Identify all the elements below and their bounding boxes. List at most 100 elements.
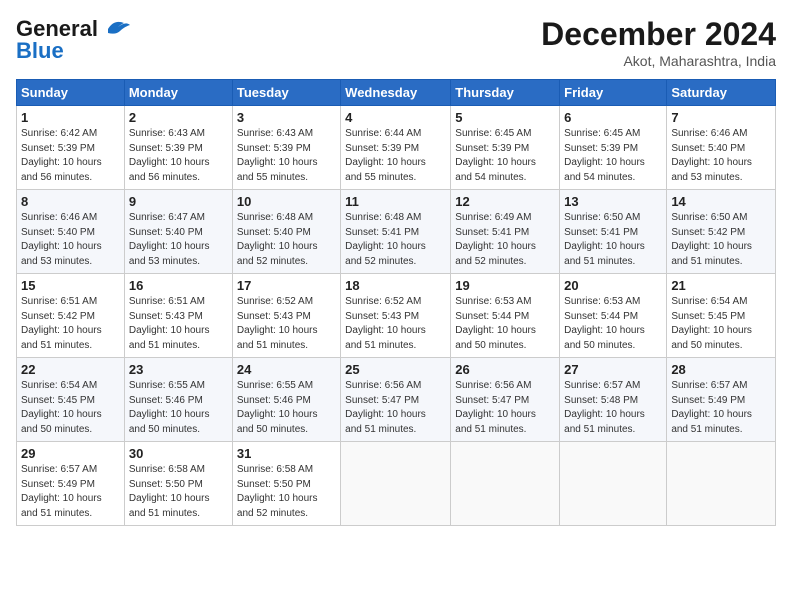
day-info: Sunrise: 6:58 AM Sunset: 5:50 PM Dayligh… xyxy=(129,463,228,521)
calendar-cell: 22 Sunrise: 6:54 AM Sunset: 5:45 PM Dayl… xyxy=(17,358,125,442)
day-info: Sunrise: 6:54 AM Sunset: 5:45 PM Dayligh… xyxy=(671,295,771,353)
day-number: 3 xyxy=(237,110,336,125)
calendar-cell: 19 Sunrise: 6:53 AM Sunset: 5:44 PM Dayl… xyxy=(451,274,560,358)
day-number: 14 xyxy=(671,194,771,209)
day-number: 17 xyxy=(237,278,336,293)
day-number: 11 xyxy=(345,194,446,209)
page-header: General Blue December 2024 Akot, Maharas… xyxy=(16,16,776,69)
day-number: 1 xyxy=(21,110,120,125)
day-number: 22 xyxy=(21,362,120,377)
calendar-cell xyxy=(451,442,560,526)
day-info: Sunrise: 6:45 AM Sunset: 5:39 PM Dayligh… xyxy=(455,127,555,185)
calendar-week-row: 1 Sunrise: 6:42 AM Sunset: 5:39 PM Dayli… xyxy=(17,106,776,190)
day-info: Sunrise: 6:51 AM Sunset: 5:43 PM Dayligh… xyxy=(129,295,228,353)
col-wednesday: Wednesday xyxy=(341,80,451,106)
calendar-week-row: 22 Sunrise: 6:54 AM Sunset: 5:45 PM Dayl… xyxy=(17,358,776,442)
calendar-cell: 18 Sunrise: 6:52 AM Sunset: 5:43 PM Dayl… xyxy=(341,274,451,358)
day-info: Sunrise: 6:56 AM Sunset: 5:47 PM Dayligh… xyxy=(345,379,446,437)
day-number: 30 xyxy=(129,446,228,461)
location: Akot, Maharashtra, India xyxy=(541,53,776,69)
day-number: 31 xyxy=(237,446,336,461)
calendar-cell: 21 Sunrise: 6:54 AM Sunset: 5:45 PM Dayl… xyxy=(667,274,776,358)
day-info: Sunrise: 6:46 AM Sunset: 5:40 PM Dayligh… xyxy=(21,211,120,269)
calendar-cell: 30 Sunrise: 6:58 AM Sunset: 5:50 PM Dayl… xyxy=(124,442,232,526)
day-number: 15 xyxy=(21,278,120,293)
calendar-cell: 28 Sunrise: 6:57 AM Sunset: 5:49 PM Dayl… xyxy=(667,358,776,442)
day-number: 6 xyxy=(564,110,662,125)
day-info: Sunrise: 6:50 AM Sunset: 5:41 PM Dayligh… xyxy=(564,211,662,269)
col-tuesday: Tuesday xyxy=(232,80,340,106)
day-number: 7 xyxy=(671,110,771,125)
day-number: 18 xyxy=(345,278,446,293)
calendar-cell: 9 Sunrise: 6:47 AM Sunset: 5:40 PM Dayli… xyxy=(124,190,232,274)
day-info: Sunrise: 6:55 AM Sunset: 5:46 PM Dayligh… xyxy=(129,379,228,437)
calendar-cell: 13 Sunrise: 6:50 AM Sunset: 5:41 PM Dayl… xyxy=(560,190,667,274)
day-info: Sunrise: 6:57 AM Sunset: 5:49 PM Dayligh… xyxy=(21,463,120,521)
calendar-cell: 6 Sunrise: 6:45 AM Sunset: 5:39 PM Dayli… xyxy=(560,106,667,190)
calendar-cell: 4 Sunrise: 6:44 AM Sunset: 5:39 PM Dayli… xyxy=(341,106,451,190)
calendar-cell xyxy=(341,442,451,526)
logo-blue: Blue xyxy=(16,38,64,64)
calendar-cell: 20 Sunrise: 6:53 AM Sunset: 5:44 PM Dayl… xyxy=(560,274,667,358)
calendar-cell: 7 Sunrise: 6:46 AM Sunset: 5:40 PM Dayli… xyxy=(667,106,776,190)
calendar-cell: 27 Sunrise: 6:57 AM Sunset: 5:48 PM Dayl… xyxy=(560,358,667,442)
calendar-cell: 25 Sunrise: 6:56 AM Sunset: 5:47 PM Dayl… xyxy=(341,358,451,442)
day-info: Sunrise: 6:47 AM Sunset: 5:40 PM Dayligh… xyxy=(129,211,228,269)
logo: General Blue xyxy=(16,16,132,64)
calendar-cell xyxy=(560,442,667,526)
day-info: Sunrise: 6:52 AM Sunset: 5:43 PM Dayligh… xyxy=(345,295,446,353)
day-number: 9 xyxy=(129,194,228,209)
calendar-cell: 29 Sunrise: 6:57 AM Sunset: 5:49 PM Dayl… xyxy=(17,442,125,526)
calendar-cell: 8 Sunrise: 6:46 AM Sunset: 5:40 PM Dayli… xyxy=(17,190,125,274)
day-number: 21 xyxy=(671,278,771,293)
col-friday: Friday xyxy=(560,80,667,106)
day-info: Sunrise: 6:43 AM Sunset: 5:39 PM Dayligh… xyxy=(237,127,336,185)
day-info: Sunrise: 6:48 AM Sunset: 5:40 PM Dayligh… xyxy=(237,211,336,269)
day-info: Sunrise: 6:55 AM Sunset: 5:46 PM Dayligh… xyxy=(237,379,336,437)
day-number: 24 xyxy=(237,362,336,377)
col-monday: Monday xyxy=(124,80,232,106)
day-number: 27 xyxy=(564,362,662,377)
calendar-cell: 23 Sunrise: 6:55 AM Sunset: 5:46 PM Dayl… xyxy=(124,358,232,442)
col-sunday: Sunday xyxy=(17,80,125,106)
day-info: Sunrise: 6:44 AM Sunset: 5:39 PM Dayligh… xyxy=(345,127,446,185)
day-number: 19 xyxy=(455,278,555,293)
day-info: Sunrise: 6:54 AM Sunset: 5:45 PM Dayligh… xyxy=(21,379,120,437)
day-info: Sunrise: 6:45 AM Sunset: 5:39 PM Dayligh… xyxy=(564,127,662,185)
day-info: Sunrise: 6:51 AM Sunset: 5:42 PM Dayligh… xyxy=(21,295,120,353)
day-number: 25 xyxy=(345,362,446,377)
day-number: 26 xyxy=(455,362,555,377)
calendar-cell: 2 Sunrise: 6:43 AM Sunset: 5:39 PM Dayli… xyxy=(124,106,232,190)
day-info: Sunrise: 6:48 AM Sunset: 5:41 PM Dayligh… xyxy=(345,211,446,269)
calendar-cell: 1 Sunrise: 6:42 AM Sunset: 5:39 PM Dayli… xyxy=(17,106,125,190)
logo-bird-icon xyxy=(100,17,132,41)
col-saturday: Saturday xyxy=(667,80,776,106)
calendar-cell xyxy=(667,442,776,526)
day-info: Sunrise: 6:57 AM Sunset: 5:48 PM Dayligh… xyxy=(564,379,662,437)
day-info: Sunrise: 6:52 AM Sunset: 5:43 PM Dayligh… xyxy=(237,295,336,353)
calendar-week-row: 29 Sunrise: 6:57 AM Sunset: 5:49 PM Dayl… xyxy=(17,442,776,526)
day-info: Sunrise: 6:46 AM Sunset: 5:40 PM Dayligh… xyxy=(671,127,771,185)
day-info: Sunrise: 6:42 AM Sunset: 5:39 PM Dayligh… xyxy=(21,127,120,185)
day-number: 29 xyxy=(21,446,120,461)
day-number: 12 xyxy=(455,194,555,209)
day-number: 13 xyxy=(564,194,662,209)
calendar-cell: 26 Sunrise: 6:56 AM Sunset: 5:47 PM Dayl… xyxy=(451,358,560,442)
calendar-cell: 12 Sunrise: 6:49 AM Sunset: 5:41 PM Dayl… xyxy=(451,190,560,274)
day-number: 8 xyxy=(21,194,120,209)
day-info: Sunrise: 6:56 AM Sunset: 5:47 PM Dayligh… xyxy=(455,379,555,437)
calendar-table: Sunday Monday Tuesday Wednesday Thursday… xyxy=(16,79,776,526)
title-section: December 2024 Akot, Maharashtra, India xyxy=(541,16,776,69)
day-number: 16 xyxy=(129,278,228,293)
calendar-header-row: Sunday Monday Tuesday Wednesday Thursday… xyxy=(17,80,776,106)
day-info: Sunrise: 6:58 AM Sunset: 5:50 PM Dayligh… xyxy=(237,463,336,521)
month-title: December 2024 xyxy=(541,16,776,53)
day-number: 4 xyxy=(345,110,446,125)
day-info: Sunrise: 6:49 AM Sunset: 5:41 PM Dayligh… xyxy=(455,211,555,269)
calendar-cell: 15 Sunrise: 6:51 AM Sunset: 5:42 PM Dayl… xyxy=(17,274,125,358)
calendar-cell: 11 Sunrise: 6:48 AM Sunset: 5:41 PM Dayl… xyxy=(341,190,451,274)
calendar-cell: 5 Sunrise: 6:45 AM Sunset: 5:39 PM Dayli… xyxy=(451,106,560,190)
day-number: 20 xyxy=(564,278,662,293)
calendar-cell: 31 Sunrise: 6:58 AM Sunset: 5:50 PM Dayl… xyxy=(232,442,340,526)
day-number: 10 xyxy=(237,194,336,209)
